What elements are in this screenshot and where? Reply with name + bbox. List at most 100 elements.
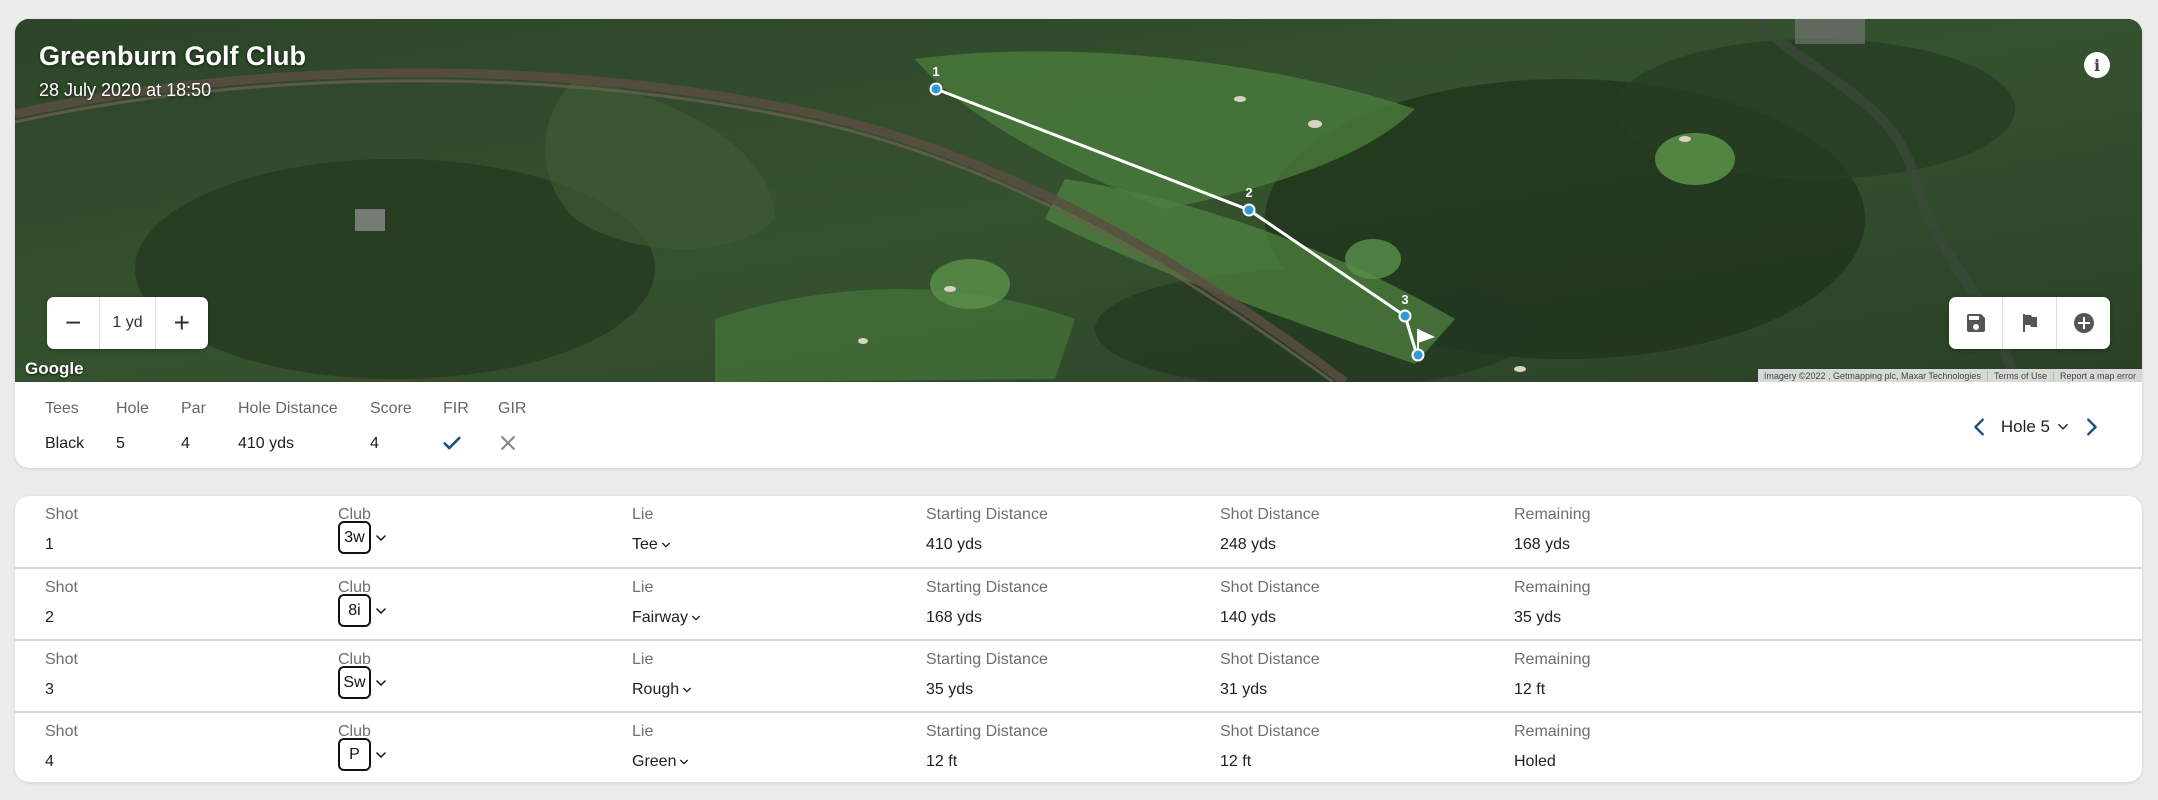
start-label: Starting Distance (926, 506, 1048, 523)
remaining-label: Remaining (1514, 579, 1591, 596)
club-value: P (338, 738, 371, 771)
hole-card: 1 2 3 Greenburn Golf Club 28 July 2020 a… (15, 19, 2142, 468)
zoom-value: 1 yd (99, 297, 156, 349)
shot-distance-value: 31 yds (1220, 681, 1268, 698)
save-button[interactable] (1949, 297, 2002, 349)
club-select[interactable]: 8i (338, 594, 387, 627)
hole-navigator: Hole 5 (1969, 412, 2102, 442)
marker-label-3: 3 (1401, 292, 1408, 307)
lie-value: Rough (632, 681, 680, 698)
hole-select[interactable]: Hole 5 (2001, 417, 2070, 437)
start-label: Starting Distance (926, 579, 1048, 596)
add-shot-button[interactable] (2056, 297, 2110, 349)
club-value: Sw (338, 666, 371, 699)
marker-label-2: 2 (1245, 185, 1252, 200)
shot-marker-1[interactable] (929, 82, 943, 96)
club-value: 3w (338, 521, 371, 554)
shot-marker-2[interactable] (1242, 203, 1256, 217)
start-label: Starting Distance (926, 651, 1048, 668)
chevron-down-icon (2058, 423, 2068, 430)
hole-value: 5 (116, 435, 125, 452)
shot-label: Shot (45, 651, 78, 668)
shot-distance-label: Shot Distance (1220, 651, 1320, 668)
shot-distance-value: 12 ft (1220, 753, 1252, 770)
marker-label-1: 1 (932, 64, 939, 79)
shot-row: Shot 1 Club 3w Lie Tee Starting Distance 410 yd… (15, 496, 2142, 567)
lie-label: Lie (632, 651, 654, 668)
club-select[interactable]: P (338, 738, 387, 771)
score-value: 4 (370, 435, 379, 452)
remaining-value: 12 ft (1514, 681, 1546, 698)
tees-value: Black (45, 435, 85, 452)
shot-label: Shot (45, 506, 78, 523)
shots-table: Shot 1 Club 3w Lie Tee Starting Distance 410 yd… (15, 496, 2142, 782)
score-label: Score (370, 400, 412, 417)
lie-value: Tee (632, 536, 658, 553)
chevron-down-icon (692, 615, 700, 621)
shot-distance-value: 140 yds (1220, 609, 1277, 626)
lie-label: Lie (632, 506, 654, 523)
map-tools (1949, 297, 2110, 349)
start-value: 168 yds (926, 609, 983, 626)
chevron-down-icon (376, 679, 386, 686)
chevron-down-icon (376, 534, 386, 541)
shot-distance-label: Shot Distance (1220, 579, 1320, 596)
shot-marker-3[interactable] (1398, 309, 1412, 323)
lie-select[interactable]: Fairway (632, 609, 701, 627)
shot-value: 4 (45, 753, 54, 770)
aerial-imagery: 1 2 3 (15, 19, 2142, 382)
save-icon (1966, 314, 1985, 332)
chevron-down-icon (680, 759, 689, 765)
lie-select[interactable]: Tee (632, 536, 671, 554)
shot-row: Shot 2 Club 8i Lie Fairway Starting Distance 16… (15, 567, 2142, 640)
flag-button[interactable] (2002, 297, 2056, 349)
flag-icon (2022, 314, 2037, 332)
zoom-control: − 1 yd + (47, 297, 208, 349)
next-hole-icon[interactable] (2080, 416, 2102, 438)
par-label: Par (181, 400, 206, 417)
par-value: 4 (181, 435, 190, 452)
gir-cross-icon (501, 436, 515, 450)
course-name: Greenburn Golf Club (39, 41, 306, 71)
hole-distance-value: 410 yds (238, 435, 295, 452)
lie-label: Lie (632, 579, 654, 596)
shot-value: 2 (45, 609, 54, 626)
shot-label: Shot (45, 723, 78, 740)
zoom-out-button[interactable]: − (47, 297, 99, 349)
start-label: Starting Distance (926, 723, 1048, 740)
add-circle-icon (2073, 313, 2094, 333)
remaining-value: 35 yds (1514, 609, 1562, 626)
info-icon[interactable]: i (2084, 52, 2110, 78)
lie-value: Green (632, 753, 677, 770)
report-error-link[interactable]: Report a map error (2052, 370, 2142, 381)
terms-link[interactable]: Terms of Use (1986, 370, 2053, 381)
chevron-down-icon (683, 687, 692, 693)
club-select[interactable]: Sw (338, 666, 387, 699)
lie-label: Lie (632, 723, 654, 740)
shot-row: Shot 4 Club P Lie Green Starting Distance 12 ft… (15, 711, 2142, 782)
club-select[interactable]: 3w (338, 521, 387, 554)
fir-label: FIR (443, 400, 469, 417)
hole-label: Hole (116, 400, 149, 417)
remaining-label: Remaining (1514, 651, 1591, 668)
shot-distance-value: 248 yds (1220, 536, 1277, 553)
start-value: 410 yds (926, 536, 983, 553)
zoom-in-button[interactable]: + (156, 297, 208, 349)
remaining-value: Holed (1514, 753, 1556, 770)
lie-select[interactable]: Green (632, 753, 689, 771)
hole-summary: Tees Black Hole 5 Par 4 Hole Distance 41… (15, 382, 2142, 468)
tees-label: Tees (45, 400, 79, 417)
remaining-label: Remaining (1514, 723, 1591, 740)
remaining-value: 168 yds (1514, 536, 1571, 553)
satellite-map[interactable]: 1 2 3 Greenburn Golf Club 28 July 2020 a… (15, 19, 2142, 382)
chevron-down-icon (376, 751, 386, 758)
fir-check-icon (443, 436, 461, 450)
shot-value: 1 (45, 536, 54, 553)
club-value: 8i (338, 594, 371, 627)
lie-select[interactable]: Rough (632, 681, 692, 699)
shot-distance-label: Shot Distance (1220, 506, 1320, 523)
map-attribution: Imagery ©2022 , Getmapping plc, Maxar Te… (1757, 369, 2142, 382)
previous-hole-icon[interactable] (1969, 416, 1991, 438)
shot-label: Shot (45, 579, 78, 596)
remaining-label: Remaining (1514, 506, 1591, 523)
